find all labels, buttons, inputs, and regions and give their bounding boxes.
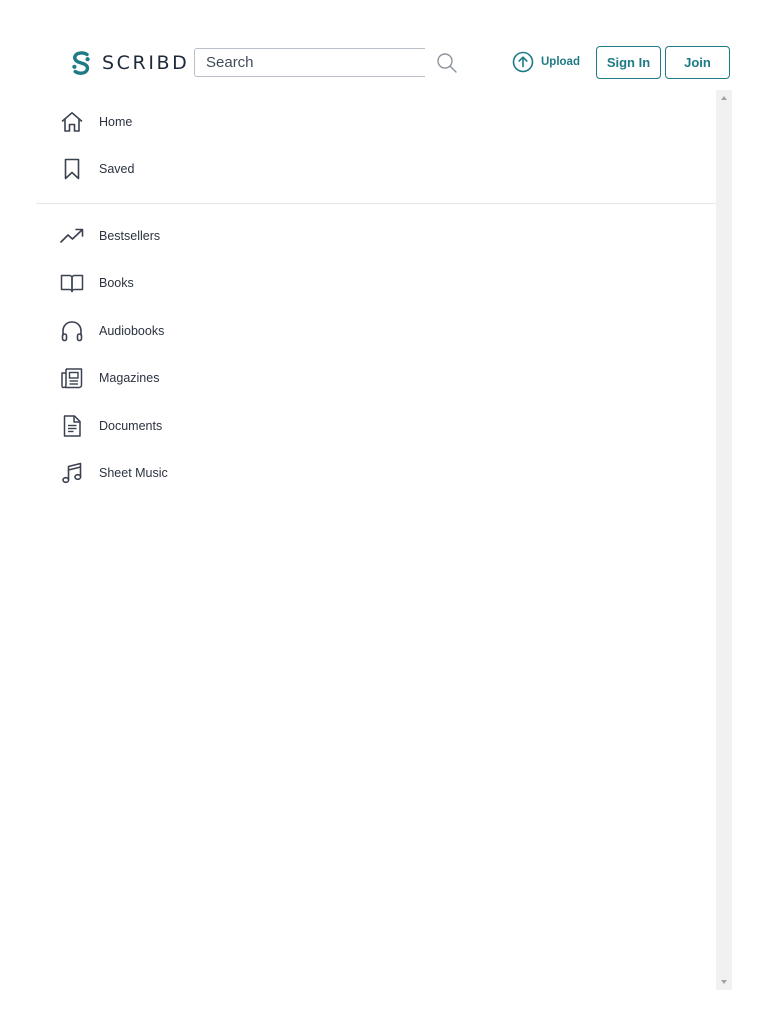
- search-box: [194, 48, 425, 77]
- sign-in-button[interactable]: Sign In: [596, 46, 661, 79]
- scroll-up-button[interactable]: [716, 90, 732, 106]
- page: SCRIBD Upload Sign In Join: [0, 0, 768, 1024]
- nav-item-audiobooks[interactable]: Audiobooks: [36, 307, 716, 355]
- vertical-scrollbar[interactable]: [716, 90, 732, 990]
- caret-down-icon: [721, 980, 727, 984]
- nav-item-label: Books: [99, 276, 134, 291]
- scroll-down-button[interactable]: [716, 974, 732, 990]
- document-icon: [60, 414, 84, 438]
- headphones-icon: [60, 319, 84, 343]
- bookmark-icon: [60, 157, 84, 181]
- header: SCRIBD Upload Sign In Join: [0, 0, 768, 92]
- search-button[interactable]: [434, 50, 460, 76]
- nav-primary: Home Saved: [36, 98, 716, 193]
- book-icon: [60, 271, 84, 295]
- nav-item-documents[interactable]: Documents: [36, 402, 716, 450]
- search-icon: [437, 53, 457, 73]
- search-input[interactable]: [195, 49, 425, 76]
- nav-item-label: Documents: [99, 418, 163, 433]
- nav-item-home[interactable]: Home: [36, 98, 716, 146]
- magazine-icon: [60, 366, 84, 390]
- nav-item-label: Magazines: [99, 371, 160, 386]
- brand-name: SCRIBD: [102, 52, 190, 74]
- scribd-logo[interactable]: SCRIBD: [68, 48, 189, 78]
- nav-item-bestsellers[interactable]: Bestsellers: [36, 212, 716, 260]
- nav-item-label: Audiobooks: [99, 323, 165, 338]
- nav-item-magazines[interactable]: Magazines: [36, 355, 716, 403]
- scribd-logo-icon: [72, 51, 90, 75]
- nav-browse: Bestsellers Books Audiobooks Magazines D…: [36, 212, 716, 497]
- upload-label: Upload: [541, 56, 580, 68]
- caret-up-icon: [721, 96, 727, 100]
- nav-item-saved[interactable]: Saved: [36, 146, 716, 194]
- music-icon: [60, 461, 84, 485]
- upload-icon: [512, 51, 534, 73]
- home-icon: [60, 110, 84, 134]
- nav-item-label: Sheet Music: [99, 466, 168, 481]
- upload-button[interactable]: Upload: [512, 51, 580, 73]
- join-button[interactable]: Join: [665, 46, 730, 79]
- nav-item-label: Home: [99, 114, 133, 129]
- nav-divider: [36, 203, 716, 204]
- nav-item-label: Saved: [99, 162, 135, 177]
- nav-item-sheet-music[interactable]: Sheet Music: [36, 450, 716, 498]
- trending-icon: [60, 224, 84, 248]
- nav-item-books[interactable]: Books: [36, 260, 716, 308]
- nav-item-label: Bestsellers: [99, 228, 161, 243]
